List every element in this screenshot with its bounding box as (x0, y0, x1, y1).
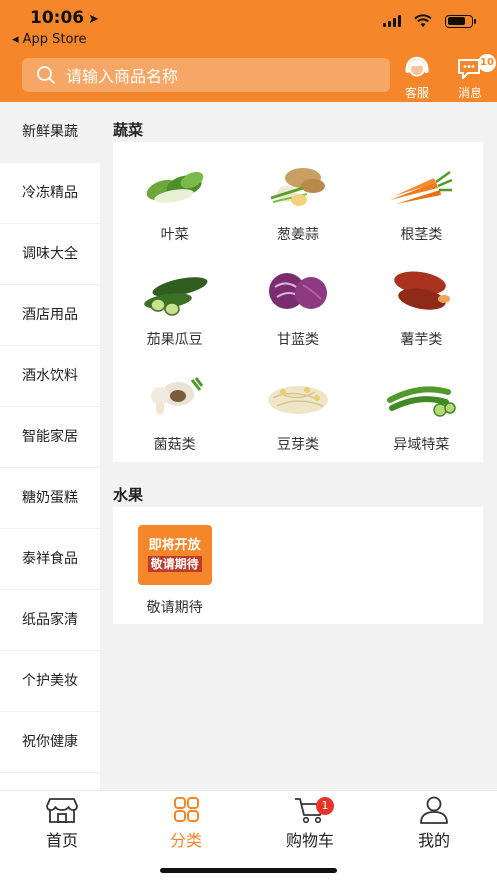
sidebar-item-taixiang-food[interactable]: 泰祥食品 (0, 529, 100, 590)
cucumber-icon (143, 277, 208, 316)
okra-icon (387, 386, 457, 417)
subcategory-tubers[interactable]: 薯芋类 (360, 247, 483, 352)
search-icon (37, 66, 55, 84)
message-count-badge: 10 (478, 54, 496, 72)
sidebar-item-frozen[interactable]: 冷冻精品 (0, 163, 100, 224)
subcategory-label: 葱姜蒜 (276, 227, 319, 243)
user-profile-icon (420, 796, 448, 824)
sidebar-item-fresh-produce[interactable]: 新鲜果蔬 (0, 102, 100, 163)
subcategory-label: 根茎类 (400, 227, 443, 243)
subcategory-label: 茄果瓜豆 (146, 332, 203, 348)
sidebar-item-drinks[interactable]: 酒水饮料 (0, 346, 100, 407)
search-placeholder: 请输入商品名称 (66, 67, 179, 86)
tab-category[interactable]: 分类 (146, 795, 226, 851)
customer-service-icon (405, 56, 429, 77)
header: 10:06 ➤ ◂ App Store 请输入商品名称 客服 消息 10 (0, 0, 497, 102)
fruits-card: 即将开放 敬请期待 敬请期待 (113, 507, 483, 624)
coming-soon-banner: 即将开放 敬请期待 (137, 525, 212, 585)
subcategory-mushrooms[interactable]: 菌菇类 (113, 352, 236, 457)
subcategory-coming-soon[interactable]: 即将开放 敬请期待 敬请期待 (113, 507, 236, 624)
subcategory-label: 甘蓝类 (276, 332, 319, 348)
battery-icon (445, 14, 476, 28)
subcategory-label: 叶菜 (160, 227, 189, 243)
tab-home-label: 首页 (45, 831, 78, 850)
sidebar-item-hotel-supplies[interactable]: 酒店用品 (0, 285, 100, 346)
wifi-icon (414, 14, 432, 27)
customer-service-label: 客服 (404, 86, 429, 100)
sidebar-item-health[interactable]: 祝你健康 (0, 712, 100, 773)
cell-signal-icon (383, 15, 401, 27)
tab-cart[interactable]: 购物车 1 (270, 795, 350, 851)
sidebar-item-paper-cleaning[interactable]: 纸品家清 (0, 590, 100, 651)
leafy-greens-icon (146, 171, 203, 203)
subcategory-root-vegetables[interactable]: 根茎类 (360, 142, 483, 247)
subcategory-exotic-vegetables[interactable]: 异域特菜 (360, 352, 483, 457)
vegetables-card: 叶菜 葱姜蒜 根茎类 茄果瓜豆 甘蓝类 薯芋类 菌菇类 豆芽类 异域特菜 (113, 142, 483, 462)
ginger-garlic-icon (270, 168, 325, 206)
subcategory-ginger-garlic[interactable]: 葱姜蒜 (236, 142, 359, 247)
subcategory-bean-sprouts[interactable]: 豆芽类 (236, 352, 359, 457)
tab-cart-label: 购物车 (285, 831, 334, 850)
subcategory-label: 菌菇类 (153, 437, 196, 453)
subcategory-fruit-vegetables[interactable]: 茄果瓜豆 (113, 247, 236, 352)
sidebar-item-smart-home[interactable]: 智能家居 (0, 407, 100, 468)
tab-home[interactable]: 首页 (22, 795, 102, 851)
sweet-potato-icon (394, 271, 451, 310)
tab-mine[interactable]: 我的 (394, 795, 474, 851)
category-grid-icon (174, 797, 199, 822)
home-indicator[interactable] (160, 868, 337, 873)
section-title-vegetables: 蔬菜 (113, 121, 144, 139)
promo-text: 即将开放 (148, 538, 201, 553)
section-title-fruits: 水果 (113, 486, 144, 504)
messages-button[interactable]: 消息 10 (450, 54, 496, 101)
back-to-app-store[interactable]: ◂ App Store (12, 32, 87, 47)
subcategory-label: 豆芽类 (276, 437, 319, 453)
carrot-icon (390, 170, 453, 204)
sidebar-item-personal-care[interactable]: 个护美妆 (0, 651, 100, 712)
tab-mine-label: 我的 (417, 831, 450, 850)
location-arrow-icon: ➤ (88, 12, 100, 27)
customer-service-button[interactable]: 客服 (397, 56, 437, 101)
subcategory-label: 异域特菜 (393, 437, 450, 453)
tab-category-label: 分类 (169, 831, 202, 850)
sidebar-item-sugar-dairy-cake[interactable]: 糖奶蛋糕 (0, 468, 100, 529)
search-input[interactable]: 请输入商品名称 (22, 58, 390, 92)
sidebar-item-seasoning[interactable]: 调味大全 (0, 224, 100, 285)
subcategory-label: 敬请期待 (146, 600, 203, 616)
mushroom-icon (150, 377, 203, 414)
messages-label: 消息 (457, 86, 482, 100)
bean-sprout-icon (267, 386, 328, 414)
cabbage-icon (268, 273, 327, 309)
subcategory-label: 薯芋类 (400, 332, 443, 348)
subcategory-cabbage[interactable]: 甘蓝类 (236, 247, 359, 352)
subcategory-leafy-greens[interactable]: 叶菜 (113, 142, 236, 247)
status-icons (383, 14, 476, 28)
cart-count-badge: 1 (316, 797, 334, 815)
promo-text: 敬请期待 (147, 556, 202, 572)
category-content: 蔬菜 叶菜 葱姜蒜 根茎类 茄果瓜豆 甘蓝类 薯芋类 菌菇类 豆芽类 异域特菜 … (100, 102, 497, 790)
category-sidebar: 新鲜果蔬 冷冻精品 调味大全 酒店用品 酒水饮料 智能家居 糖奶蛋糕 泰祥食品 … (0, 102, 100, 790)
storefront-icon (46, 798, 78, 823)
status-time: 10:06 ➤ (30, 8, 100, 28)
